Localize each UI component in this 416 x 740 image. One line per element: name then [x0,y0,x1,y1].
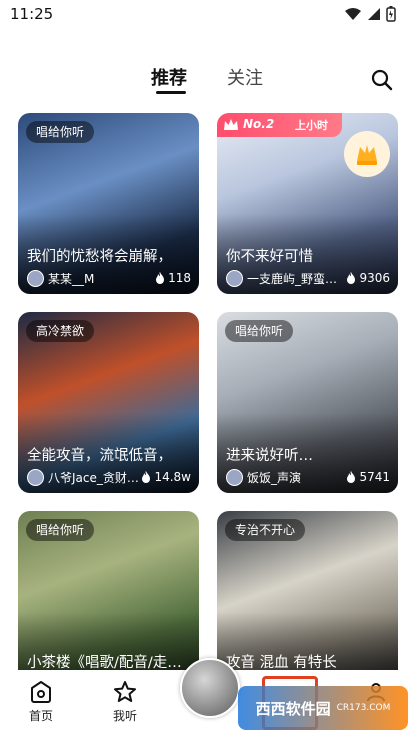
rank-medal [344,131,390,177]
nav-home-label: 首页 [28,709,53,723]
fire-icon [156,272,165,284]
card-title: 攻音 混血 有特长 [226,655,337,671]
card-tag: 唱给你听 [26,519,95,541]
fire-icon [142,471,151,483]
card-meta: 饭饭_声演 5741 [226,468,390,486]
card-author: 某某__M [48,271,95,286]
rank-sub-label: 上小时 [295,119,328,132]
status-bar: 11:25 [0,0,416,32]
avatar [27,269,44,287]
home-icon [31,681,51,703]
star-icon [114,681,136,702]
tab-recommend[interactable]: 推荐 [151,64,187,90]
card-tag: 唱给你听 [225,320,294,342]
card-heat-value: 118 [168,271,191,285]
card-heat: 14.8w [141,470,191,484]
status-icons [344,6,396,22]
room-card[interactable]: 高冷禁欲 全能攻音，流氓低音， 八爷Jace_贪财… 14.8w [18,312,199,493]
avatar [226,468,243,486]
card-meta: 某某__M 118 [27,269,191,287]
center-avatar-button[interactable] [180,658,240,718]
card-meta: 一支鹿屿_野蛮… 9306 [226,269,390,287]
card-author: 八爷Jace_贪财… [48,470,139,485]
card-heat: 9306 [346,271,390,285]
signal-icon [368,8,380,20]
rank-label: No.2 [243,117,275,131]
room-card[interactable]: No.2 上小时 你不来好可惜 一支鹿屿_野蛮… 9306 [217,113,398,294]
nav-home[interactable]: 首页 [11,680,71,724]
card-heat-value: 9306 [359,271,390,285]
card-heat: 5741 [346,470,390,484]
room-card[interactable]: 唱给你听 小茶楼《唱歌/配音/走… [18,511,199,692]
card-title: 小茶楼《唱歌/配音/走… [27,655,182,671]
room-card[interactable]: 唱给你听 进来说好听… 饭饭_声演 5741 [217,312,398,493]
search-icon [371,69,393,91]
room-card[interactable]: 专治不开心 攻音 混血 有特长 [217,511,398,692]
card-title: 我们的忧愁将会崩解， [27,249,172,265]
watermark-text: 西西软件园 [255,699,331,718]
card-title: 进来说好听… [226,448,313,464]
card-tag: 高冷禁欲 [26,320,95,342]
card-heat-value: 14.8w [154,470,191,484]
card-title: 你不来好可惜 [226,249,313,265]
watermark-sub: CR173.COM [336,703,391,713]
fire-icon [347,471,356,483]
nav-mine[interactable]: 我听 [95,680,155,724]
battery-icon [386,6,396,22]
card-tag: 专治不开心 [225,519,306,541]
rank-banner: No.2 上小时 [217,113,342,137]
watermark-logo: 西西软件园 CR173.COM [238,686,408,730]
card-heat: 118 [155,271,191,285]
medal-icon [357,145,377,165]
nav-mine-label: 我听 [112,709,137,723]
search-button[interactable] [370,68,394,92]
card-title: 全能攻音，流氓低音， [27,448,172,464]
card-author: 一支鹿屿_野蛮… [247,271,338,286]
card-heat-value: 5741 [359,470,390,484]
card-author: 饭饭_声演 [247,470,302,485]
wifi-icon [345,8,361,20]
top-tabs: 推荐 关注 [0,58,416,102]
avatar [226,269,243,287]
active-tab-indicator [156,91,186,94]
card-tag: 唱给你听 [26,121,95,143]
tab-follow[interactable]: 关注 [227,64,263,90]
status-time: 11:25 [10,5,54,23]
room-card[interactable]: 唱给你听 我们的忧愁将会崩解， 某某__M 118 [18,113,199,294]
crown-icon [224,119,238,130]
fire-icon [347,272,356,284]
avatar [27,468,44,486]
card-meta: 八爷Jace_贪财… 14.8w [27,468,191,486]
